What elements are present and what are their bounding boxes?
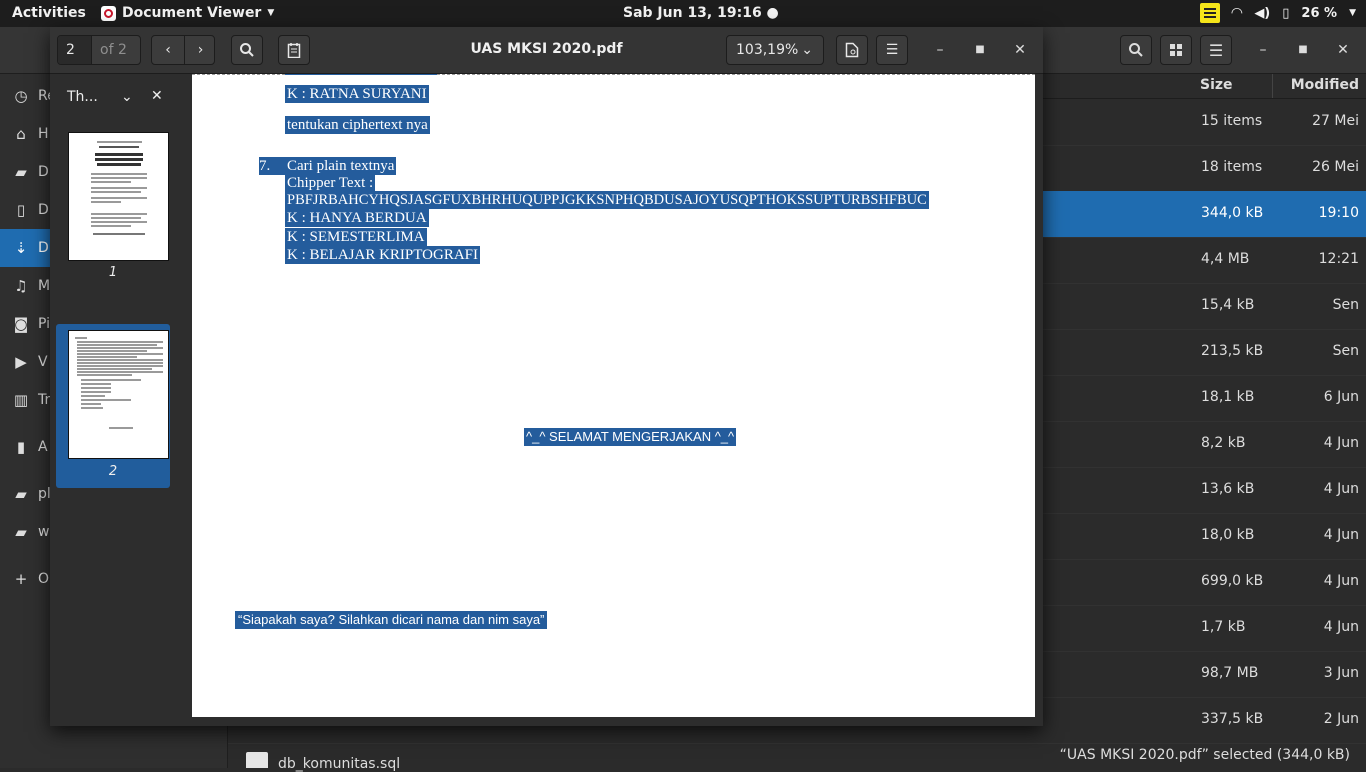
document-icon: ▯ [16, 201, 26, 219]
ciphertext: PBFJRBAHCYHQSJASGFUXBHRHUQUPPJGKKSNPHQBD… [285, 191, 929, 209]
item-title: Cari plain textnya [285, 157, 397, 175]
fm-close-button[interactable]: ✕ [1332, 39, 1354, 61]
camera-icon: ◙ [13, 315, 29, 333]
folder-icon: ▰ [15, 485, 27, 503]
page-nav-group: ‹ › [151, 35, 215, 65]
music-icon: ♫ [14, 277, 28, 295]
view-options-button[interactable] [836, 35, 868, 65]
hamburger-icon: ☰ [1208, 40, 1224, 60]
folder-icon: ▰ [15, 163, 27, 181]
usb-icon: ▮ [16, 438, 26, 456]
annotations-button[interactable] [278, 35, 310, 65]
volume-icon: ◀) [1254, 5, 1271, 21]
fm-maximize-button[interactable]: ■ [1292, 39, 1314, 61]
sidebar-mode-combo[interactable]: Th... ⌄ [58, 84, 136, 110]
thumbnail-image-2 [68, 330, 169, 459]
video-icon: ▶ [15, 353, 27, 371]
trash-icon: ▥ [13, 391, 29, 409]
thumbnail-page-1[interactable]: 1 [56, 132, 170, 296]
fm-minimize-button[interactable]: – [1252, 39, 1274, 61]
fm-menu-button[interactable]: ☰ [1200, 35, 1232, 65]
document-search-icon [845, 42, 859, 58]
chevron-right-icon: › [197, 42, 204, 58]
hamburger-icon: ☰ [885, 42, 899, 58]
pdf-page-2: K : RATNA SURYANI tentukan ciphertext ny… [192, 74, 1035, 717]
next-page-button[interactable]: › [185, 42, 216, 58]
chipper-label: Chipper Text : [285, 174, 376, 192]
document-view[interactable]: K : RATNA SURYANI tentukan ciphertext ny… [183, 74, 1043, 726]
page-total: of 2 [100, 42, 127, 58]
status-bar: “UAS MKSI 2020.pdf” selected (344,0 kB) [1053, 745, 1356, 765]
zoom-level: 103,19% [736, 42, 799, 58]
find-button[interactable] [231, 35, 263, 65]
chevron-left-icon: ‹ [165, 42, 171, 58]
key-semesterlima: K : SEMESTERLIMA [285, 228, 427, 246]
clock[interactable]: Sab Jun 13, 19:16 ● [623, 5, 779, 21]
document-viewer-window: 2 of 2 ‹ › UAS MKSI 2020.pdf 103,19% ⌄ ☰… [50, 27, 1043, 726]
key-belajar-kriptografi: K : BELAJAR KRIPTOGRAFI [285, 246, 480, 264]
maximize-button[interactable]: ■ [969, 39, 991, 61]
thumbnails-sidebar: Th... ⌄ ✕ 1 2 [50, 74, 184, 726]
plus-icon: + [14, 570, 28, 588]
fm-search-button[interactable] [1120, 35, 1152, 65]
key-hanya-berdua: K : HANYA BERDUA [285, 209, 429, 227]
system-tray[interactable]: ◠ ◀) ▯ 26 % ▼ [1199, 3, 1356, 23]
page-number-input[interactable]: 2 [58, 36, 92, 64]
viewer-headerbar: 2 of 2 ‹ › UAS MKSI 2020.pdf 103,19% ⌄ ☰… [50, 27, 1043, 74]
key-ratna-line: K : RATNA SURYANI [285, 85, 429, 103]
sidebar-mode-label: Th... [67, 89, 98, 105]
app-menu[interactable]: Document Viewer ▼ [101, 5, 274, 21]
previous-page-button[interactable]: ‹ [152, 42, 184, 58]
top-bar: Activities Document Viewer ▼ Sab Jun 13,… [0, 0, 1366, 27]
notepad-icon [287, 43, 301, 58]
item-number: 7. [259, 157, 285, 175]
battery-icon: ▯ [1282, 5, 1290, 21]
clock-icon: ◷ [14, 87, 28, 105]
minimize-button[interactable]: – [929, 39, 951, 61]
chevron-down-icon: ⌄ [801, 42, 813, 58]
folder-icon: ▰ [15, 523, 27, 541]
download-icon: ⇣ [14, 239, 28, 257]
app-name: Document Viewer [122, 5, 262, 21]
battery-percent: 26 % [1301, 5, 1338, 21]
notes-indicator-icon[interactable] [1199, 3, 1220, 23]
tentukan-line: tentukan ciphertext nya [285, 116, 430, 134]
thumbnail-image-1 [68, 132, 169, 261]
home-icon: ⌂ [16, 125, 26, 143]
chevron-down-icon: ▼ [267, 8, 275, 18]
zoom-selector[interactable]: 103,19% ⌄ [726, 35, 824, 65]
chevron-down-icon: ⌄ [121, 89, 133, 105]
search-icon [1129, 43, 1143, 57]
grid-icon [1170, 44, 1182, 56]
close-button[interactable]: ✕ [1009, 39, 1031, 61]
wifi-icon: ◠ [1231, 5, 1243, 21]
sql-file-icon [246, 752, 268, 768]
file-name-db-komunitas[interactable]: db_komunitas.sql [278, 756, 400, 772]
page-entry[interactable]: 2 of 2 [57, 35, 141, 65]
thumbnail-label-1: 1 [108, 265, 118, 280]
thumbnail-page-2[interactable]: 2 [56, 324, 170, 488]
column-size[interactable]: Size [1200, 77, 1233, 93]
fm-grid-view-button[interactable] [1160, 35, 1192, 65]
activities-button[interactable]: Activities [12, 5, 86, 21]
close-sidebar-button[interactable]: ✕ [151, 88, 163, 104]
viewer-menu-button[interactable]: ☰ [876, 35, 908, 65]
system-menu-chevron-icon: ▼ [1349, 8, 1356, 18]
document-viewer-icon [101, 5, 116, 21]
footer-question: “Siapakah saya? Silahkan dicari nama dan… [235, 611, 548, 629]
closing-message: ^_^ SELAMAT MENGERJAKAN ^_^ [524, 428, 737, 446]
thumbnail-label-2: 2 [108, 464, 118, 479]
search-icon [240, 43, 254, 57]
column-modified[interactable]: Modified [1291, 77, 1359, 93]
